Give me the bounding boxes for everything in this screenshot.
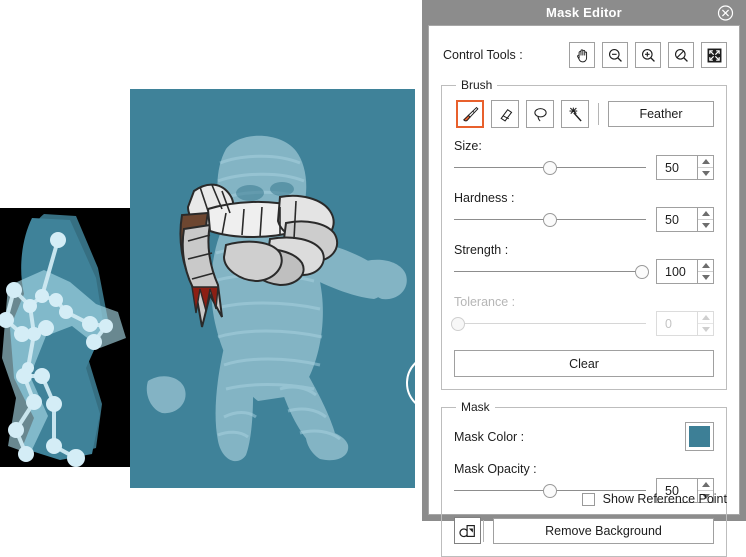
stepper-arrows: [697, 155, 714, 180]
brush-size-label: Size:: [454, 139, 714, 153]
brush-tolerance-stepper: 0: [656, 311, 714, 336]
show-reference-point-label: Show Reference Point: [603, 492, 727, 506]
tool-divider: [598, 103, 599, 125]
brush-strength-slider[interactable]: [454, 264, 646, 280]
page-title: Mask Editor: [546, 5, 622, 20]
window-titlebar: Mask Editor: [428, 0, 740, 25]
stepper-down[interactable]: [698, 272, 713, 283]
stepper-up[interactable]: [698, 156, 713, 168]
show-reference-point-row: Show Reference Point: [582, 492, 727, 506]
remove-background-label: Remove Background: [545, 524, 662, 538]
brush-group: Brush: [441, 78, 727, 390]
zoom-reset-tool[interactable]: [668, 42, 694, 68]
mask-group-legend: Mask: [456, 400, 495, 414]
mask-opacity-label: Mask Opacity :: [454, 462, 714, 476]
mask-color-label: Mask Color :: [454, 430, 524, 444]
stepper-arrows: [697, 259, 714, 284]
brush-group-legend: Brush: [456, 78, 497, 92]
expand-arrows-icon: [706, 47, 723, 64]
pan-hand-tool[interactable]: [569, 42, 595, 68]
paintbrush-icon: [461, 105, 480, 124]
brush-tools-row: Feather: [456, 100, 714, 128]
magnifier-minus-icon: [607, 47, 624, 64]
brush-size-stepper[interactable]: 50: [656, 155, 714, 180]
stepper-up[interactable]: [698, 208, 713, 220]
canvas-area[interactable]: [0, 0, 422, 521]
bottom-divider: [483, 520, 484, 542]
clear-button[interactable]: Clear: [454, 350, 714, 377]
stepper-up: [698, 312, 713, 324]
mask-color-swatch: [689, 426, 710, 447]
brush-size-field: Size: 50: [454, 139, 714, 180]
stepper-arrows: [697, 311, 714, 336]
extract-object-icon: [459, 522, 477, 540]
control-tools-buttons: [569, 42, 727, 68]
reference-skeleton-panel: [0, 208, 136, 467]
eraser-tool[interactable]: [491, 100, 519, 128]
stepper-down[interactable]: [698, 220, 713, 231]
magic-wand-icon: [566, 105, 585, 124]
mask-color-swatch-button[interactable]: [685, 422, 714, 451]
stepper-up[interactable]: [698, 479, 713, 491]
extract-object-button[interactable]: [454, 517, 481, 544]
slider-track: [454, 323, 646, 324]
slider-knob: [451, 317, 465, 331]
brush-strength-value[interactable]: 100: [656, 259, 697, 284]
brush-tolerance-field: Tolerance : 0: [454, 295, 714, 336]
brush-tool[interactable]: [456, 100, 484, 128]
skeleton-reference-graphic: [0, 208, 136, 467]
zoom-out-tool[interactable]: [602, 42, 628, 68]
brush-tolerance-label: Tolerance :: [454, 295, 714, 309]
slider-track: [454, 271, 646, 272]
feather-button-label: Feather: [639, 107, 682, 121]
stepper-up[interactable]: [698, 260, 713, 272]
clear-button-label: Clear: [569, 357, 599, 371]
remove-background-row: Remove Background: [454, 517, 714, 544]
brush-hardness-slider[interactable]: [454, 212, 646, 228]
slider-knob[interactable]: [543, 213, 557, 227]
close-icon[interactable]: [717, 4, 734, 21]
brush-strength-label: Strength :: [454, 243, 714, 257]
brush-tolerance-value: 0: [656, 311, 697, 336]
image-canvas[interactable]: [130, 89, 415, 488]
hand-icon: [574, 47, 591, 64]
lasso-icon: [531, 105, 550, 124]
brush-strength-stepper[interactable]: 100: [656, 259, 714, 284]
stepper-down: [698, 324, 713, 335]
brush-size-slider[interactable]: [454, 160, 646, 176]
show-reference-point-checkbox[interactable]: [582, 493, 595, 506]
brush-hardness-field: Hardness : 50: [454, 191, 714, 232]
zoom-in-tool[interactable]: [635, 42, 661, 68]
remove-background-button[interactable]: Remove Background: [493, 518, 714, 544]
brush-strength-field: Strength : 100: [454, 243, 714, 284]
mask-color-row: Mask Color :: [454, 422, 714, 451]
feather-button[interactable]: Feather: [608, 101, 714, 127]
brush-size-value[interactable]: 50: [656, 155, 697, 180]
brush-hardness-stepper[interactable]: 50: [656, 207, 714, 232]
slider-knob[interactable]: [543, 484, 557, 498]
magnifier-plus-icon: [640, 47, 657, 64]
stepper-down[interactable]: [698, 168, 713, 179]
brush-tolerance-slider: [454, 316, 646, 332]
slider-knob[interactable]: [543, 161, 557, 175]
control-tools-row: Control Tools :: [443, 42, 727, 68]
fit-to-screen-tool[interactable]: [701, 42, 727, 68]
masked-character-graphic: [130, 89, 415, 488]
slider-knob[interactable]: [635, 265, 649, 279]
eraser-icon: [496, 105, 515, 124]
mask-group: Mask Mask Color : Mask Opacity : 50: [441, 400, 727, 557]
brush-hardness-label: Hardness :: [454, 191, 714, 205]
lasso-tool[interactable]: [526, 100, 554, 128]
mask-editor-window: Mask Editor Control Tools :: [422, 0, 746, 521]
magnifier-slash-icon: [673, 47, 690, 64]
brush-hardness-value[interactable]: 50: [656, 207, 697, 232]
panel-body: Control Tools :: [428, 25, 740, 515]
control-tools-label: Control Tools :: [443, 48, 523, 62]
magic-wand-tool[interactable]: [561, 100, 589, 128]
stepper-arrows: [697, 207, 714, 232]
